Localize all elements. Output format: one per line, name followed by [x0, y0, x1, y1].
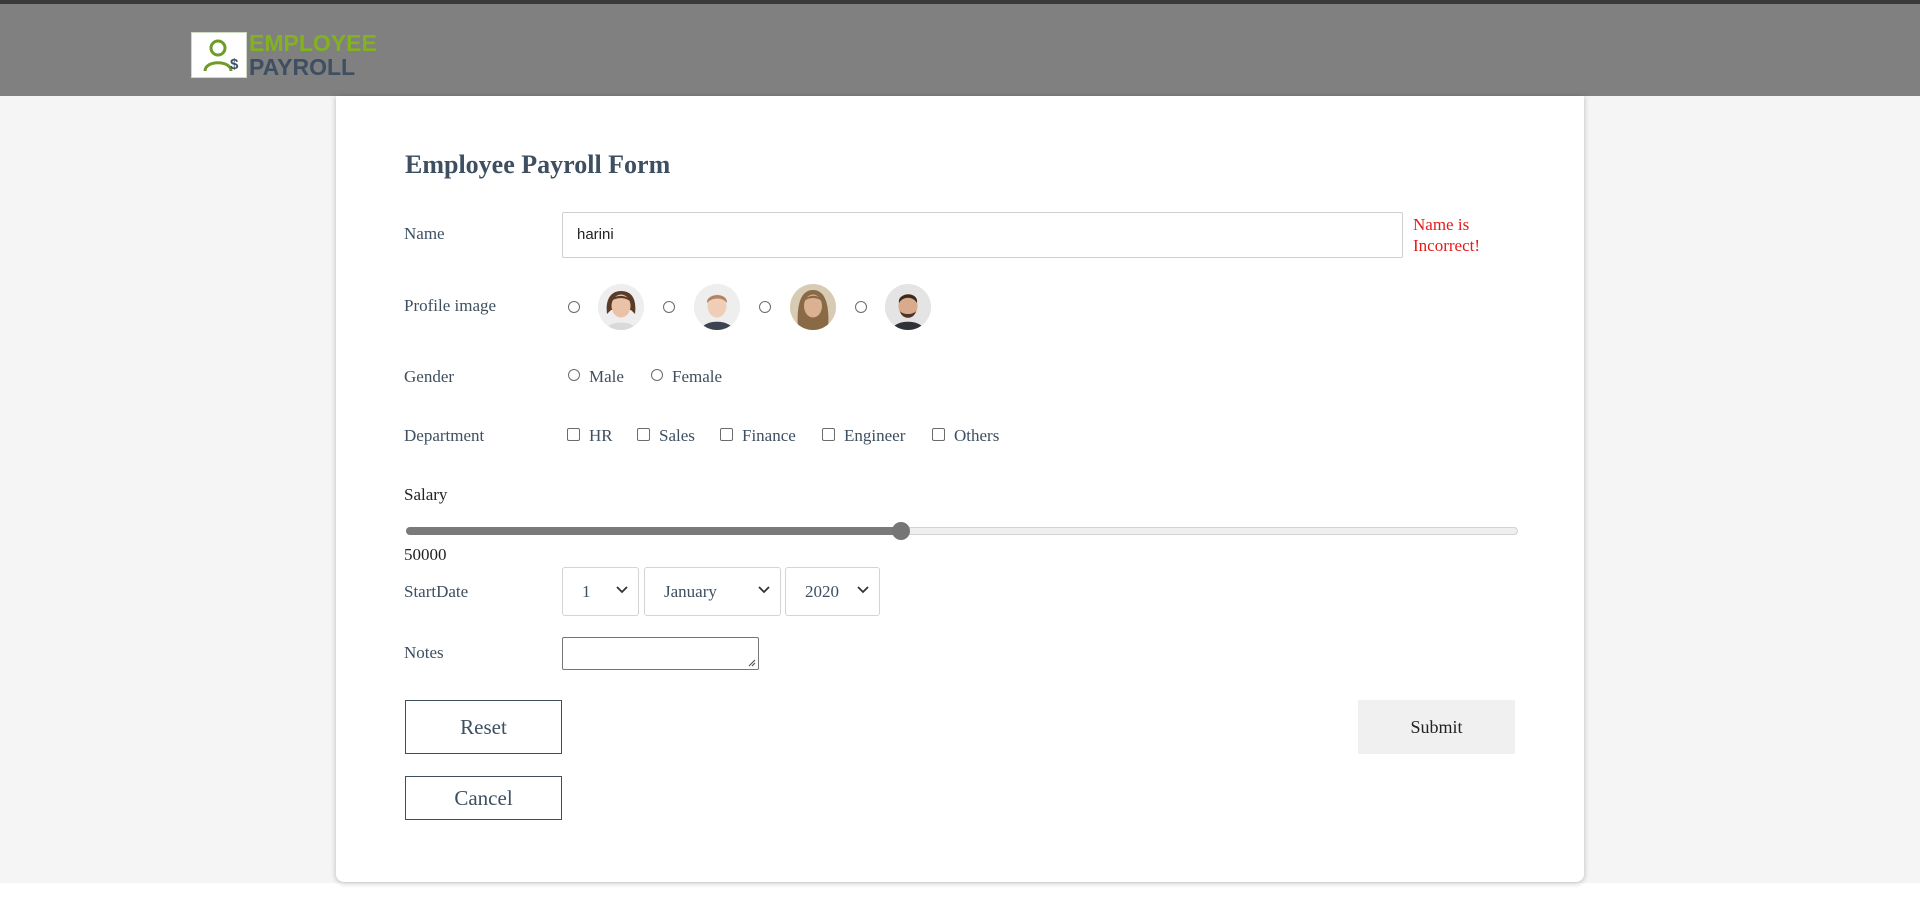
profile-image-radio-2[interactable]: [663, 301, 675, 313]
salary-slider-thumb[interactable]: [892, 522, 910, 540]
reset-button[interactable]: Reset: [405, 700, 562, 754]
start-year-value: 2020: [805, 582, 839, 601]
department-others-checkbox[interactable]: [932, 428, 945, 441]
name-error-text: Name is Incorrect!: [1413, 214, 1503, 256]
app-header: $ EMPLOYEE PAYROLL: [0, 4, 1920, 96]
department-hr-label[interactable]: HR: [589, 426, 613, 446]
logo-line-employee: EMPLOYEE: [249, 30, 377, 56]
logo-text: EMPLOYEE PAYROLL: [249, 30, 377, 81]
start-year-select[interactable]: 2020: [785, 567, 880, 616]
user-dollar-icon: $: [191, 32, 247, 78]
gender-label: Gender: [404, 367, 455, 386]
submit-button[interactable]: Submit: [1358, 700, 1515, 754]
department-engineer-label[interactable]: Engineer: [844, 426, 905, 446]
salary-slider-fill: [406, 527, 901, 535]
start-day-value: 1: [582, 582, 591, 601]
notes-label: Notes: [404, 643, 444, 662]
salary-value: 50000: [404, 545, 447, 564]
department-hr-checkbox[interactable]: [567, 428, 580, 441]
profile-image-radio-1[interactable]: [568, 301, 580, 313]
gender-female-label[interactable]: Female: [672, 367, 722, 387]
name-label: Name: [404, 224, 445, 243]
start-day-select[interactable]: 1: [562, 567, 639, 616]
start-month-select[interactable]: January: [644, 567, 781, 616]
department-label: Department: [404, 426, 485, 445]
gender-male-radio[interactable]: [568, 369, 580, 381]
chevron-down-icon: [616, 586, 628, 594]
page-bottom-strip: [0, 883, 1920, 907]
resize-handle-icon[interactable]: [746, 657, 756, 667]
department-finance-label[interactable]: Finance: [742, 426, 796, 446]
name-input[interactable]: harini: [562, 212, 1403, 258]
chevron-down-icon: [758, 586, 770, 594]
department-others-label[interactable]: Others: [954, 426, 999, 446]
gender-male-label[interactable]: Male: [589, 367, 624, 387]
department-engineer-checkbox[interactable]: [822, 428, 835, 441]
male-avatar-1-icon[interactable]: [694, 284, 740, 330]
male-avatar-2-icon[interactable]: [885, 284, 931, 330]
svg-text:$: $: [230, 56, 239, 73]
gender-female-radio[interactable]: [651, 369, 663, 381]
salary-label: Salary: [404, 485, 448, 504]
department-sales-label[interactable]: Sales: [659, 426, 695, 446]
start-date-label: StartDate: [404, 582, 469, 601]
name-error-message: Name is Incorrect!: [1413, 215, 1481, 255]
notes-textarea[interactable]: [562, 637, 759, 670]
profile-image-radio-3[interactable]: [759, 301, 771, 313]
female-avatar-1-icon[interactable]: [598, 284, 644, 330]
logo-line-payroll: PAYROLL: [249, 54, 356, 80]
chevron-down-icon: [857, 586, 869, 594]
female-avatar-2-icon[interactable]: [790, 284, 836, 330]
start-month-value: January: [664, 582, 717, 601]
profile-image-label: Profile image: [404, 296, 497, 315]
department-finance-checkbox[interactable]: [720, 428, 733, 441]
profile-image-radio-4[interactable]: [855, 301, 867, 313]
form-title: Employee Payroll Form: [405, 150, 671, 179]
app-logo[interactable]: $ EMPLOYEE PAYROLL: [191, 30, 377, 81]
cancel-button[interactable]: Cancel: [405, 776, 562, 820]
department-sales-checkbox[interactable]: [637, 428, 650, 441]
